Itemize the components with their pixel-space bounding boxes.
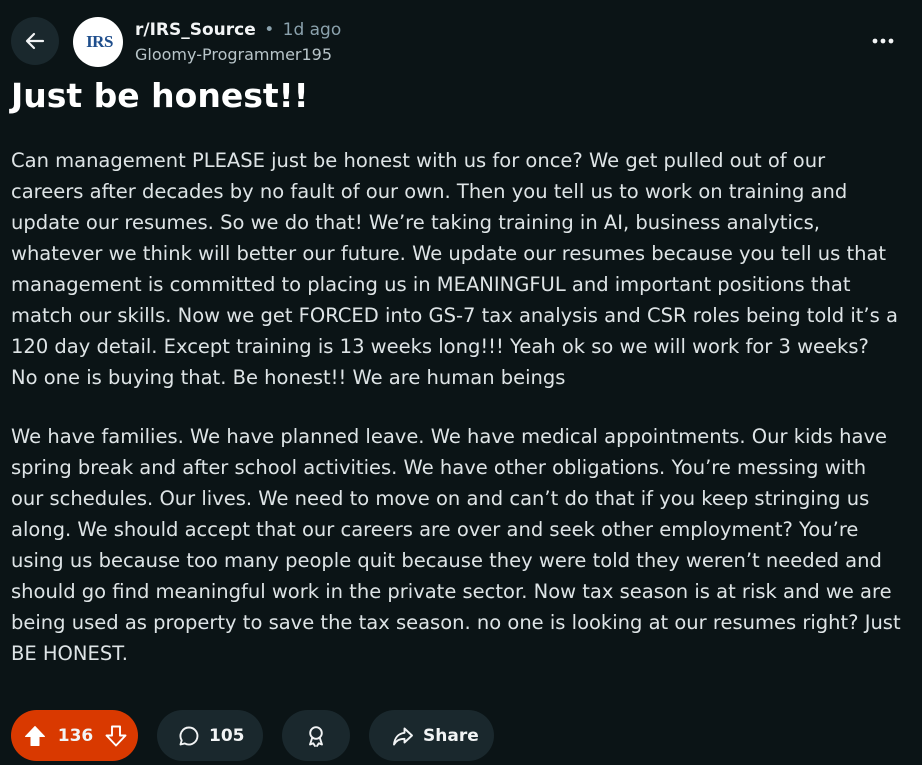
share-label: Share: [423, 725, 479, 746]
irs-logo: IRS: [86, 32, 113, 51]
award-ribbon-icon: [304, 724, 328, 748]
vote-control: 136: [11, 710, 138, 761]
comment-count: 105: [209, 725, 245, 746]
post-actions: 136 105 Share: [11, 710, 494, 761]
upvote-filled-icon[interactable]: [23, 724, 47, 748]
share-button[interactable]: Share: [369, 710, 494, 761]
arrow-left-icon: [23, 29, 47, 53]
post-meta: r/IRS_Source • 1d ago Gloomy-Programmer1…: [135, 19, 341, 66]
subreddit-link[interactable]: r/IRS_Source: [135, 20, 256, 40]
share-arrow-icon: [391, 724, 415, 748]
post-title: Just be honest!!: [11, 76, 309, 115]
comments-button[interactable]: 105: [157, 710, 263, 761]
overflow-menu-button[interactable]: [868, 26, 898, 56]
post-paragraph: We have families. We have planned leave.…: [11, 425, 901, 665]
post-paragraph: Can management PLEASE just be honest wit…: [11, 149, 898, 389]
comment-bubble-icon: [177, 724, 201, 748]
award-button[interactable]: [282, 710, 350, 761]
vote-count: 136: [57, 725, 94, 746]
meta-separator: •: [264, 20, 275, 40]
post-time: 1d ago: [282, 20, 342, 40]
subreddit-avatar[interactable]: IRS: [73, 17, 123, 67]
author-link[interactable]: Gloomy-Programmer195: [135, 44, 341, 66]
downvote-outline-icon[interactable]: [104, 724, 128, 748]
post-body: Can management PLEASE just be honest wit…: [11, 145, 901, 697]
more-horizontal-icon: [872, 38, 894, 44]
back-button[interactable]: [11, 17, 59, 65]
